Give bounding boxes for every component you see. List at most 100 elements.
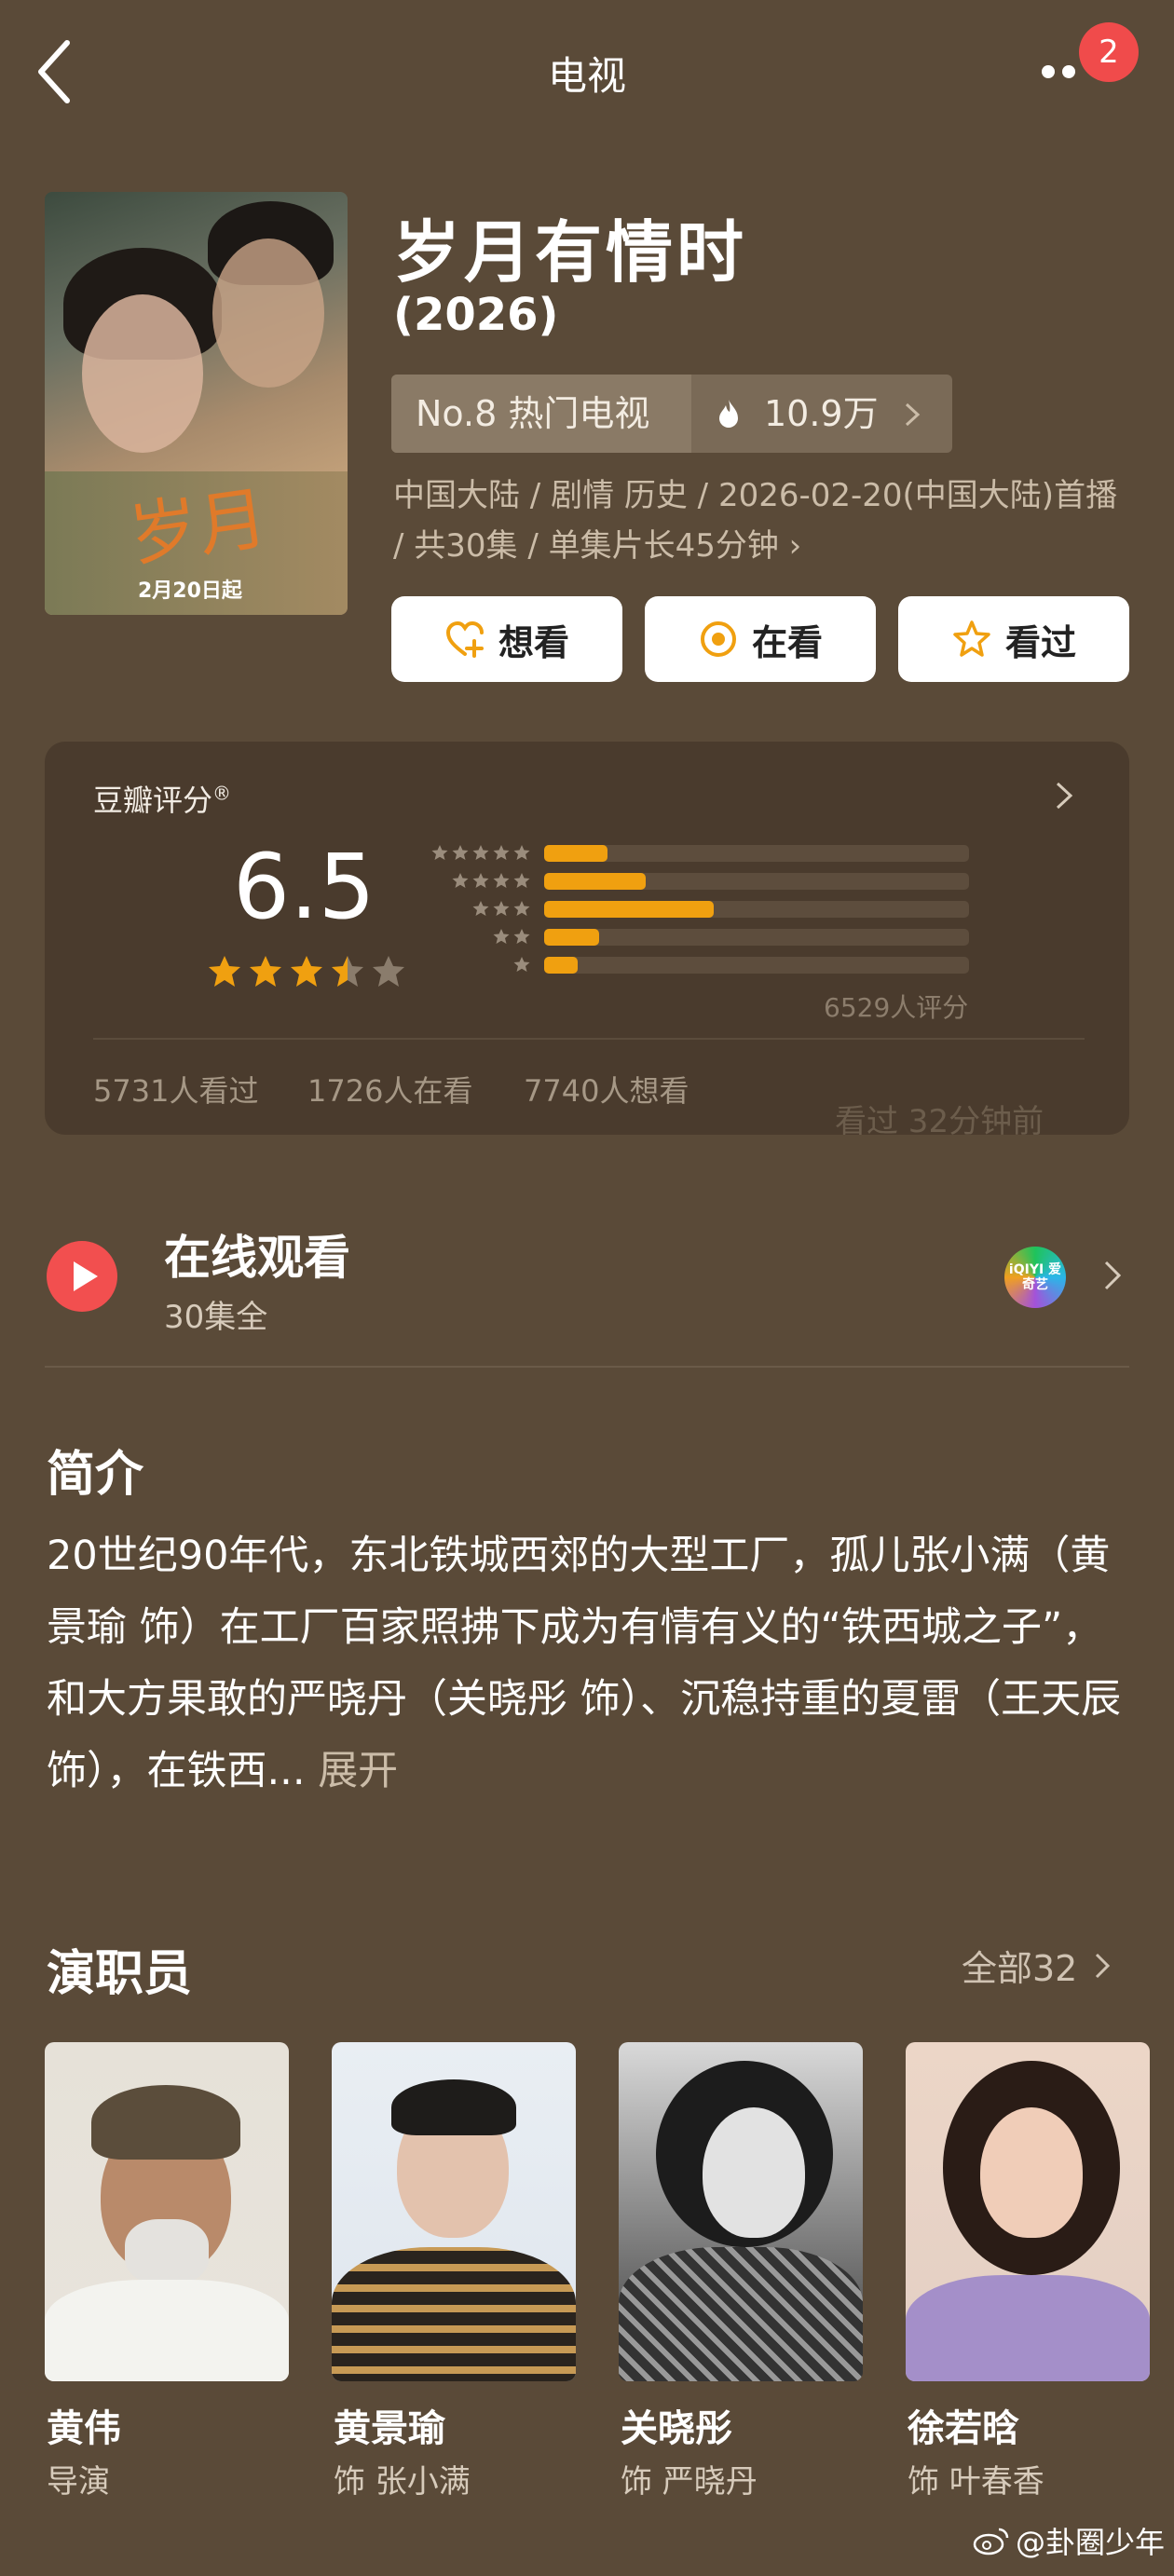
rating-star-icon <box>291 956 322 987</box>
small-star-icon <box>513 957 530 972</box>
rank-pill[interactable]: No.8 热门电视 10.9万 <box>391 375 952 453</box>
online-watch-sub: 30集全 <box>164 1299 268 1336</box>
rating-star-icon <box>332 956 363 987</box>
cast-role: 饰 张小满 <box>334 2463 471 2501</box>
fire-icon <box>719 400 738 428</box>
small-star-icon <box>431 845 448 860</box>
rating-score: 6.5 <box>233 835 375 939</box>
want-button[interactable]: 想看 <box>391 596 622 682</box>
poster-image[interactable]: 岁月 2月20日起 <box>45 192 348 615</box>
watermark-label: @卦圈少年 <box>1016 2525 1166 2560</box>
divider <box>45 1366 1129 1368</box>
show-meta[interactable]: 中国大陆 / 剧情 历史 / 2026-02-20(中国大陆)首播 / 共30集… <box>393 470 1129 571</box>
cast-title: 演职员 <box>47 1946 193 2002</box>
dist-bar-track <box>544 845 969 862</box>
iqiyi-icon[interactable]: iQIYI 爱奇艺 <box>1004 1247 1066 1308</box>
poster-calligraphy: 岁月 <box>124 478 273 577</box>
dist-stars <box>423 956 531 973</box>
weibo-icon <box>973 2528 1009 2556</box>
small-star-icon <box>513 929 530 944</box>
rank-label: No.8 热门电视 <box>391 375 691 453</box>
cast-photo[interactable] <box>906 2042 1150 2381</box>
small-star-icon <box>513 845 530 860</box>
intro-title: 简介 <box>47 1447 144 1503</box>
want-count[interactable]: 7740人想看 <box>524 1068 689 1111</box>
cast-role: 饰 叶春香 <box>908 2463 1044 2501</box>
small-star-icon <box>493 873 510 888</box>
dist-bar-track <box>544 901 969 918</box>
small-star-icon <box>472 845 489 860</box>
cast-name[interactable]: 关晓彤 <box>621 2398 732 2452</box>
rating-star-icon <box>250 956 281 987</box>
small-star-icon <box>472 901 489 916</box>
rating-star-icon <box>209 956 240 987</box>
show-year: (2026) <box>393 289 559 341</box>
dist-stars <box>423 928 531 945</box>
dist-bar-fill <box>544 901 715 918</box>
rating-dist-row <box>423 872 982 890</box>
target-icon <box>700 621 736 657</box>
watched-label: 看过 <box>1004 621 1076 663</box>
rating-stars <box>207 954 406 989</box>
rating-title: 豆瓣评分® <box>93 782 232 818</box>
chevron-right-icon[interactable] <box>1055 781 1073 811</box>
dist-bar-fill <box>544 929 600 946</box>
watermark-text: 看过 32分钟前 <box>835 1103 1044 1140</box>
notification-badge[interactable]: 2 <box>1079 22 1139 82</box>
small-star-icon <box>452 873 469 888</box>
chevron-right-icon <box>1096 1953 1111 1978</box>
watched-count[interactable]: 5731人看过 <box>93 1068 258 1111</box>
intro-body: 20世纪90年代，东北铁城西郊的大型工厂，孤儿张小满（黄景瑜 饰）在工厂百家照拂… <box>47 1533 1122 1794</box>
small-star-icon <box>513 901 530 916</box>
chevron-right-icon <box>905 402 921 427</box>
small-star-icon <box>493 845 510 860</box>
show-title: 岁月有情时 <box>393 213 748 292</box>
watched-button[interactable]: 看过 <box>898 596 1129 682</box>
divider <box>93 1038 1085 1040</box>
small-star-icon <box>493 901 510 916</box>
rating-dist-row <box>423 844 982 862</box>
rating-dist-row <box>423 928 982 946</box>
want-label: 想看 <box>498 621 569 663</box>
expand-link[interactable]: 展开 <box>318 1748 398 1794</box>
dist-bar-fill <box>544 845 608 862</box>
cast-photo[interactable] <box>332 2042 576 2381</box>
poster-date: 2月20日起 <box>138 579 242 603</box>
online-watch-title[interactable]: 在线观看 <box>164 1220 350 1288</box>
more-icon[interactable] <box>1042 65 1086 80</box>
star-icon <box>953 620 990 657</box>
dist-bar-track <box>544 873 969 890</box>
dist-bar-track <box>544 929 969 946</box>
play-icon[interactable] <box>47 1241 117 1312</box>
cast-name[interactable]: 徐若晗 <box>908 2398 1019 2452</box>
heat-value: 10.9万 <box>764 393 879 434</box>
small-star-icon <box>472 873 489 888</box>
small-star-icon <box>513 873 530 888</box>
dist-stars <box>423 872 531 889</box>
heart-plus-icon <box>445 620 484 658</box>
cast-all-link[interactable]: 全部32 <box>962 1940 1111 1991</box>
cast-name[interactable]: 黄伟 <box>47 2398 121 2452</box>
chevron-right-icon[interactable] <box>1103 1260 1122 1291</box>
rating-dist-row <box>423 956 982 974</box>
dist-stars <box>423 900 531 917</box>
rating-dist-row <box>423 900 982 918</box>
cast-role: 饰 严晓丹 <box>621 2463 758 2501</box>
dist-stars <box>423 844 531 861</box>
watching-button[interactable]: 在看 <box>645 596 876 682</box>
nav-title: 电视 <box>547 53 626 99</box>
watching-label: 在看 <box>751 621 823 663</box>
dist-bar-track <box>544 957 969 974</box>
rating-count: 6529人评分 <box>824 992 969 1023</box>
rating-star-icon <box>373 956 404 987</box>
small-star-icon <box>493 929 510 944</box>
cast-photo[interactable] <box>619 2042 863 2381</box>
watching-count[interactable]: 1726人在看 <box>307 1068 472 1111</box>
dist-bar-fill <box>544 873 647 890</box>
small-star-icon <box>452 845 469 860</box>
intro-text: 20世纪90年代，东北铁城西郊的大型工厂，孤儿张小满（黄景瑜 饰）在工厂百家照拂… <box>47 1520 1127 1807</box>
weibo-watermark: @卦圈少年 <box>973 2519 1165 2562</box>
cast-role: 导演 <box>47 2463 110 2501</box>
cast-name[interactable]: 黄景瑜 <box>334 2398 445 2452</box>
cast-photo[interactable] <box>45 2042 289 2381</box>
